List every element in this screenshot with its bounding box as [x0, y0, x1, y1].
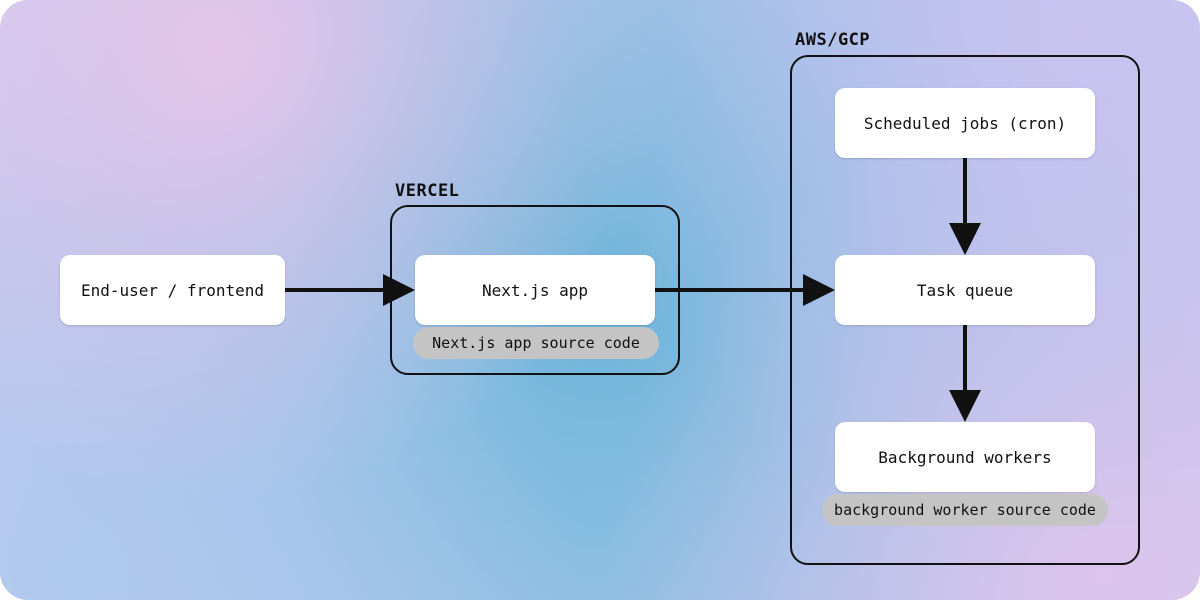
node-task-queue: Task queue [835, 255, 1095, 325]
annotation-nextjs-source: Next.js app source code [413, 327, 659, 359]
diagram-canvas: VERCEL AWS/GCP End-user / frontend Next.… [0, 0, 1200, 600]
node-scheduled-jobs: Scheduled jobs (cron) [835, 88, 1095, 158]
node-nextjs-app: Next.js app [415, 255, 655, 325]
node-background-workers: Background workers [835, 422, 1095, 492]
annotation-worker-source: background worker source code [822, 494, 1108, 526]
node-end-user: End-user / frontend [60, 255, 285, 325]
group-label-aws-gcp: AWS/GCP [795, 30, 870, 50]
group-label-vercel: VERCEL [395, 181, 459, 201]
